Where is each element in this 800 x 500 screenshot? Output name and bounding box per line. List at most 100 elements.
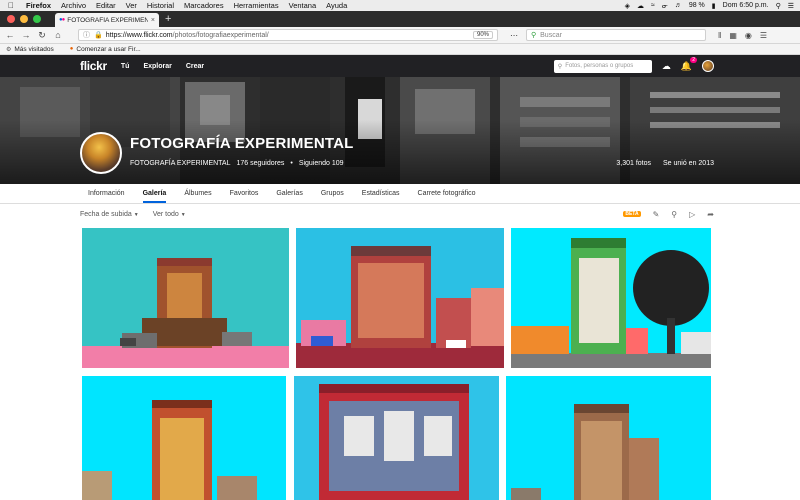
upload-icon[interactable]: ☁ xyxy=(662,61,671,72)
flickr-search-input[interactable]: ⚲ Fotos, personas o grupos xyxy=(553,59,652,73)
filter-label: Ver todo xyxy=(152,210,179,218)
browser-nav-bar: ← → ↻ ⌂ ⓘ 🔒 https://www.flickr.com /phot… xyxy=(0,27,800,44)
flickr-logo[interactable]: flickr xyxy=(80,59,107,73)
back-button[interactable]: ← xyxy=(4,30,16,40)
zoom-indicator[interactable]: 90% xyxy=(472,31,493,39)
library-icon[interactable]: ‖ xyxy=(718,31,721,40)
search-engine-icon[interactable]: ⚲ xyxy=(531,31,536,39)
tab-gallery[interactable]: Galería xyxy=(142,190,167,203)
menu-ver[interactable]: Ver xyxy=(126,1,137,10)
menu-ayuda[interactable]: Ayuda xyxy=(326,1,347,10)
flickr-header-icons: ☁ 🔔 2 xyxy=(662,56,714,72)
chevron-down-icon: ▼ xyxy=(180,211,186,218)
volume-icon[interactable]: ♬ xyxy=(675,2,682,9)
tab-albums[interactable]: Álbumes xyxy=(184,190,211,203)
tab-information[interactable]: Información xyxy=(88,190,125,203)
photo-tile[interactable] xyxy=(511,228,711,368)
bookmark-label: Comenzar a usar Fir... xyxy=(76,45,141,53)
photo-tile[interactable] xyxy=(294,376,499,500)
info-icon[interactable]: ⓘ xyxy=(83,30,90,40)
photo-tile[interactable] xyxy=(82,376,286,500)
browser-tab-active[interactable]: ●● FOTOGRAFÍA EXPERIMENTAL | × xyxy=(55,13,159,27)
page-actions-icon[interactable]: ⋯ xyxy=(510,31,518,40)
cloud-icon[interactable]: ☁ xyxy=(637,2,644,10)
hamburger-menu-icon[interactable]: ☰ xyxy=(760,31,767,40)
nav-create[interactable]: Crear xyxy=(186,63,204,70)
slideshow-icon[interactable]: ▷ xyxy=(689,210,695,219)
photos-count: 3,301 fotos xyxy=(616,160,651,167)
followers-count[interactable]: 176 seguidores xyxy=(236,160,284,167)
apple-icon[interactable]:  xyxy=(8,1,18,10)
nav-you[interactable]: Tú xyxy=(121,63,130,70)
zoom-window-button[interactable] xyxy=(33,15,41,23)
profile-stats: 3,301 fotos Se unió en 2013 xyxy=(616,160,714,167)
home-button[interactable]: ⌂ xyxy=(52,30,64,40)
url-bar[interactable]: ⓘ 🔒 https://www.flickr.com /photos/fotog… xyxy=(78,29,498,41)
photo-tile[interactable] xyxy=(296,228,504,368)
tab-favorites[interactable]: Favoritos xyxy=(230,190,259,203)
menu-marcadores[interactable]: Marcadores xyxy=(184,1,224,10)
close-tab-icon[interactable]: × xyxy=(151,17,155,24)
browser-tab-bar: ●● FOTOGRAFÍA EXPERIMENTAL | × + xyxy=(0,11,800,27)
bookmark-most-visited[interactable]: ⚙ Más visitados xyxy=(6,46,54,53)
battery-percent[interactable]: 98 % xyxy=(689,2,705,9)
clock[interactable]: Dom 6:50 p.m. xyxy=(723,2,769,9)
new-tab-button[interactable]: + xyxy=(165,13,171,25)
menu-ventana[interactable]: Ventana xyxy=(289,1,317,10)
bookmarks-bar: ⚙ Más visitados ● Comenzar a usar Fir... xyxy=(0,44,800,55)
firefox-icon: ● xyxy=(69,46,74,52)
search-icon[interactable]: ⚲ xyxy=(671,210,677,219)
flickr-search-placeholder: Fotos, personas o grupos xyxy=(565,63,634,69)
wifi-icon[interactable]: ≈ xyxy=(651,2,655,9)
lock-icon[interactable]: 🔒 xyxy=(94,31,103,39)
photo-building-red-blue xyxy=(294,376,499,500)
bookmark-getting-started[interactable]: ● Comenzar a usar Fir... xyxy=(70,46,141,53)
nav-explore[interactable]: Explorar xyxy=(143,63,171,70)
user-avatar[interactable] xyxy=(702,60,714,72)
tab-camera-roll[interactable]: Carrete fotográfico xyxy=(418,190,476,203)
menu-editar[interactable]: Editar xyxy=(96,1,116,10)
minimize-window-button[interactable] xyxy=(20,15,28,23)
sort-label: Fecha de subida xyxy=(80,210,132,218)
tab-groups[interactable]: Grupos xyxy=(321,190,344,203)
search-icon: ⚲ xyxy=(557,63,563,70)
notifications-bell-icon[interactable]: 🔔 2 xyxy=(681,56,697,72)
filter-dropdown[interactable]: Ver todo ▼ xyxy=(153,211,186,218)
bluetooth-icon[interactable]: ᓂ xyxy=(662,2,668,10)
photo-tile[interactable] xyxy=(82,228,289,368)
flickr-favicon-icon: ●● xyxy=(59,17,65,23)
profile-subline: FOTOGRAFÍA EXPERIMENTAL 176 seguidores •… xyxy=(130,160,344,167)
menu-herramientas[interactable]: Herramientas xyxy=(234,1,279,10)
gear-icon: ⚙ xyxy=(6,46,12,53)
menu-historial[interactable]: Historial xyxy=(147,1,174,10)
photo-tile[interactable] xyxy=(506,376,711,500)
menu-app[interactable]: Firefox xyxy=(26,1,51,10)
menu-archivo[interactable]: Archivo xyxy=(61,1,86,10)
tab-galleries[interactable]: Galerías xyxy=(276,190,302,203)
profile-name[interactable]: FOTOGRAFÍA EXPERIMENTAL xyxy=(130,160,230,167)
sidebar-icon[interactable]: ▦ xyxy=(729,31,737,40)
spotlight-icon[interactable]: ⚲ xyxy=(776,2,781,10)
tab-title: FOTOGRAFÍA EXPERIMENTAL | xyxy=(67,16,148,24)
dropbox-icon[interactable]: ◈ xyxy=(625,2,630,10)
tab-statistics[interactable]: Estadísticas xyxy=(362,190,400,203)
extension-icon[interactable]: ◉ xyxy=(745,31,752,40)
cover-gradient xyxy=(0,77,800,184)
browser-search-input[interactable]: ⚲ Buscar xyxy=(526,29,706,41)
profile-title: FOTOGRAFÍA EXPERIMENTAL xyxy=(130,135,354,152)
share-icon[interactable]: ➦ xyxy=(707,210,714,219)
close-window-button[interactable] xyxy=(7,15,15,23)
separator-dot: • xyxy=(290,160,293,167)
window-controls xyxy=(7,15,55,23)
edit-pencil-icon[interactable]: ✎ xyxy=(653,210,660,219)
following-count[interactable]: Siguiendo 109 xyxy=(299,160,344,167)
reload-button[interactable]: ↻ xyxy=(36,30,48,41)
photo-building-pink xyxy=(82,228,289,368)
flickr-nav: Tú Explorar Crear xyxy=(121,63,204,70)
menu-list-icon[interactable]: ☰ xyxy=(788,2,794,10)
forward-button[interactable]: → xyxy=(20,30,32,40)
profile-subnav: Información Galería Álbumes Favoritos Ga… xyxy=(0,184,800,204)
profile-avatar[interactable] xyxy=(80,132,122,174)
joined-date: Se unió en 2013 xyxy=(663,160,714,167)
sort-dropdown[interactable]: Fecha de subida ▼ xyxy=(80,211,139,218)
